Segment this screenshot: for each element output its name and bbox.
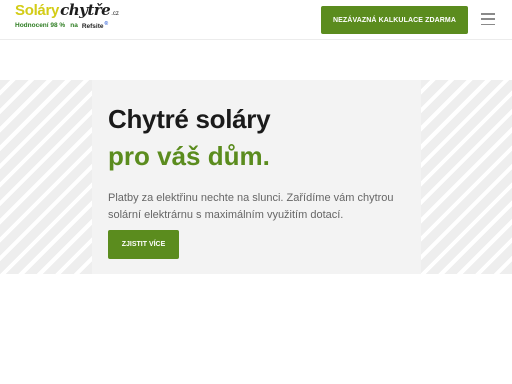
hero-stripe-left <box>0 80 92 274</box>
refsite-brand: Refsite® <box>82 22 108 31</box>
logo-wordmark[interactable]: Soláry chytře .cz <box>15 1 119 19</box>
rating-text: Hodnocení 98 % <box>15 22 66 30</box>
site-header: Soláry chytře .cz Hodnocení 98 % na Refs… <box>0 0 512 40</box>
hero-title: Chytré soláry <box>108 104 271 134</box>
refsite-label: Refsite <box>81 23 104 31</box>
rating-na: na <box>70 22 78 30</box>
hero-panel: Chytré soláry pro váš dům. Platby za ele… <box>92 80 421 274</box>
menu-line <box>481 18 495 20</box>
hamburger-menu-icon[interactable] <box>481 13 495 25</box>
hero-subtitle: pro váš dům. <box>108 141 270 171</box>
refsite-mark: ® <box>104 21 109 27</box>
hero-description: Platby za elektřinu nechte na slunci. Za… <box>108 192 394 221</box>
menu-line <box>481 13 495 15</box>
free-quote-button[interactable]: NEZÁVAZNÁ KALKULACE ZDARMA <box>321 6 468 34</box>
site-logo[interactable]: Soláry chytře .cz Hodnocení 98 % na Refs… <box>15 3 119 31</box>
logo-domain-suffix: .cz <box>111 11 119 17</box>
logo-part-chytre: chytře <box>60 1 111 19</box>
menu-line <box>481 23 495 25</box>
hero-stripe-right <box>421 80 512 274</box>
refsite-rating[interactable]: Hodnocení 98 % na Refsite® <box>15 22 119 31</box>
logo-part-solary: Soláry <box>15 2 60 19</box>
learn-more-button[interactable]: ZJISTIT VÍCE <box>108 230 179 259</box>
